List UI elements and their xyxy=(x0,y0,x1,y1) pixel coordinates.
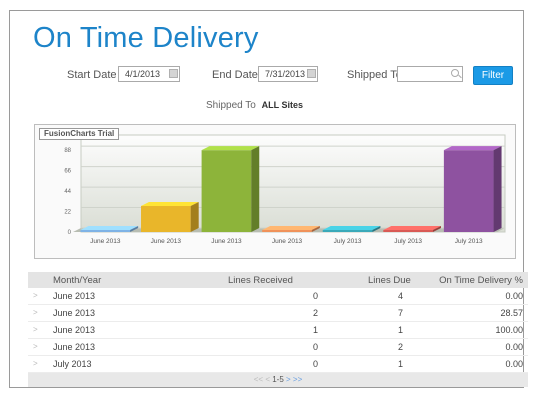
cell-on-time-pct: 28.57 xyxy=(500,308,523,318)
x-tick-label: July 2013 xyxy=(394,238,422,245)
bar-top xyxy=(141,201,199,206)
cell-lines-due: 7 xyxy=(397,308,403,318)
bar-side xyxy=(493,146,502,232)
x-tick-label: July 2013 xyxy=(334,238,362,245)
cell-lines-received: 2 xyxy=(312,308,318,318)
summary-label: Shipped To xyxy=(206,100,256,111)
cell-lines-received: 1 xyxy=(312,325,318,335)
end-date-label: End Date xyxy=(212,69,258,81)
cell-on-time-pct: 0.00 xyxy=(505,342,523,352)
y-tick-label: 88 xyxy=(64,148,71,154)
bar-top xyxy=(262,226,320,230)
col-lines-due[interactable]: Lines Due xyxy=(368,275,411,286)
y-tick-label: 66 xyxy=(64,169,71,175)
start-date-value: 4/1/2013 xyxy=(125,69,161,79)
bar xyxy=(322,230,373,232)
cell-lines-due: 2 xyxy=(397,342,403,352)
x-tick-label: July 2013 xyxy=(455,238,483,245)
bar xyxy=(383,230,433,232)
search-icon[interactable] xyxy=(451,69,459,77)
cell-on-time-pct: 0.00 xyxy=(505,359,523,369)
shipped-to-label: Shipped To xyxy=(347,69,402,81)
start-date-label: Start Date xyxy=(67,69,117,81)
col-lines-received[interactable]: Lines Received xyxy=(228,275,293,286)
bar-top xyxy=(443,146,502,151)
bar xyxy=(201,150,252,232)
bar-top xyxy=(383,226,441,230)
shipped-to-summary: Shipped To ALL Sites xyxy=(206,100,303,111)
bar-side xyxy=(190,201,199,232)
x-tick-label: June 2013 xyxy=(211,238,242,245)
start-date-input[interactable]: 4/1/2013 xyxy=(118,66,180,82)
cell-lines-received: 0 xyxy=(312,291,318,301)
expand-arrow-icon[interactable]: > xyxy=(33,359,38,368)
pager-last[interactable]: >> xyxy=(293,375,302,384)
cell-month: June 2013 xyxy=(53,325,96,335)
pager-prev[interactable]: < xyxy=(265,375,270,384)
expand-arrow-icon[interactable]: > xyxy=(33,325,38,334)
cell-lines-due: 4 xyxy=(397,291,403,301)
delivery-table: Month/Year Lines Received Lines Due On T… xyxy=(28,272,528,387)
expand-arrow-icon[interactable]: > xyxy=(33,308,38,317)
table-body: > June 2013 0 4 0.00 > June 2013 2 7 28.57 > June 2… xyxy=(28,288,528,373)
cell-month: June 2013 xyxy=(53,291,96,301)
bar-side xyxy=(251,146,260,232)
table-row[interactable]: > June 2013 2 7 28.57 xyxy=(28,305,528,322)
bar-top xyxy=(322,226,381,230)
summary-value: ALL Sites xyxy=(261,100,303,110)
y-tick-label: 22 xyxy=(64,210,71,216)
shipped-to-input[interactable] xyxy=(397,66,463,82)
y-tick-label: 44 xyxy=(64,189,71,195)
pager: << < 1-5 > >> xyxy=(28,373,528,387)
x-tick-label: June 2013 xyxy=(90,238,121,245)
pager-first[interactable]: << xyxy=(254,375,263,384)
cell-month: June 2013 xyxy=(53,308,96,318)
expand-arrow-icon[interactable]: > xyxy=(33,291,38,300)
filter-bar: Start Date 4/1/2013 End Date 7/31/2013 S… xyxy=(0,66,535,86)
table-row[interactable]: > June 2013 0 2 0.00 xyxy=(28,339,528,356)
chart-panel: 0 22 44 66 88 June 2013 June 2013 June 2013 June… xyxy=(34,124,516,259)
calendar-icon[interactable] xyxy=(169,69,178,78)
bar-chart: 0 22 44 66 88 June 2013 June 2013 June 2013 June… xyxy=(64,134,506,245)
chart-trial-label: FusionCharts Trial xyxy=(39,128,120,140)
x-tick-label: June 2013 xyxy=(272,238,303,245)
expand-arrow-icon[interactable]: > xyxy=(33,342,38,351)
y-tick-label: 0 xyxy=(68,230,72,236)
cell-lines-due: 1 xyxy=(397,359,403,369)
bar-top xyxy=(80,226,139,230)
bar xyxy=(80,230,131,232)
filter-button[interactable]: Filter xyxy=(473,66,513,85)
col-month[interactable]: Month/Year xyxy=(53,275,101,286)
table-row[interactable]: > June 2013 0 4 0.00 xyxy=(28,288,528,305)
cell-lines-received: 0 xyxy=(312,359,318,369)
table-row[interactable]: > June 2013 1 1 100.00 xyxy=(28,322,528,339)
end-date-value: 7/31/2013 xyxy=(265,69,306,79)
bar xyxy=(262,230,312,232)
pager-next[interactable]: > xyxy=(286,375,291,384)
table-row[interactable]: > July 2013 0 1 0.00 xyxy=(28,356,528,373)
table-header: Month/Year Lines Received Lines Due On T… xyxy=(28,272,528,288)
cell-month: June 2013 xyxy=(53,342,96,352)
cell-month: July 2013 xyxy=(53,359,92,369)
cell-on-time-pct: 0.00 xyxy=(505,291,523,301)
page-title: On Time Delivery xyxy=(33,22,259,54)
cell-lines-received: 0 xyxy=(312,342,318,352)
x-tick-label: June 2013 xyxy=(151,238,182,245)
bar xyxy=(141,205,191,232)
cell-lines-due: 1 xyxy=(397,325,403,335)
end-date-input[interactable]: 7/31/2013 xyxy=(258,66,318,82)
bar xyxy=(443,150,494,232)
calendar-icon[interactable] xyxy=(307,69,316,78)
col-on-time-pct[interactable]: On Time Delivery % xyxy=(439,275,523,286)
bar-top xyxy=(201,146,260,151)
pager-range: 1-5 xyxy=(272,375,284,384)
cell-on-time-pct: 100.00 xyxy=(495,325,523,335)
